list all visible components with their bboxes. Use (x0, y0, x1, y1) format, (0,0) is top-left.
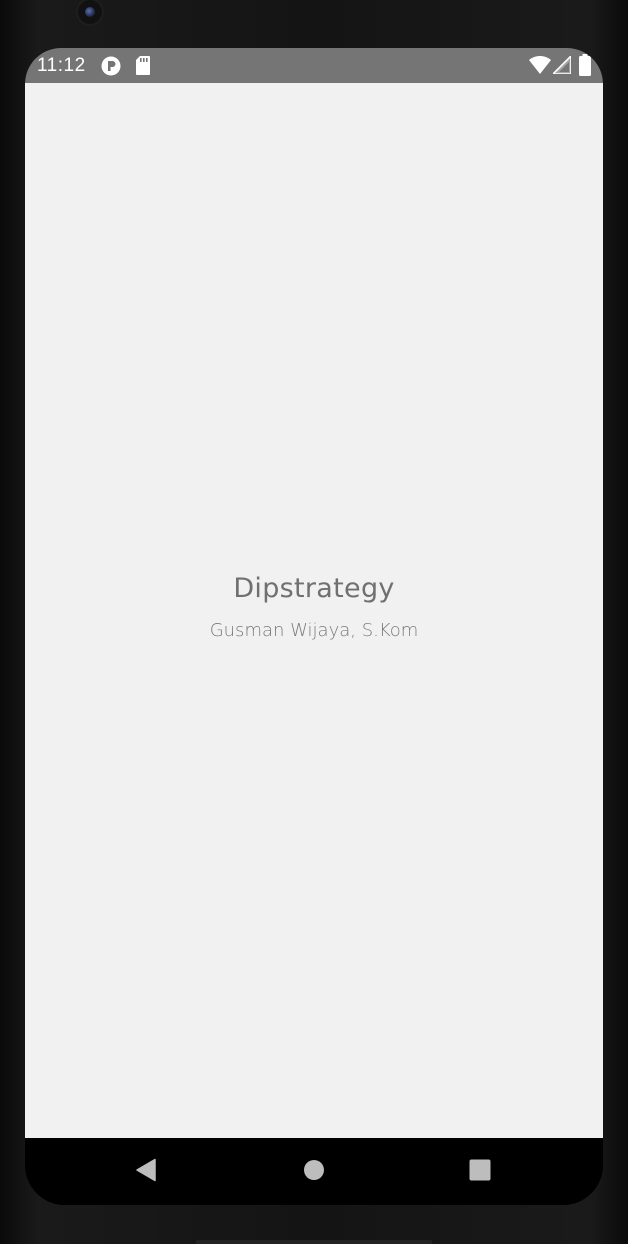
cellular-signal-icon (552, 55, 572, 78)
sd-card-icon (136, 56, 150, 79)
front-camera (78, 0, 102, 24)
home-button[interactable] (269, 1138, 359, 1205)
navigation-bar (25, 1138, 603, 1205)
recents-icon (469, 1159, 491, 1185)
splash-screen: Dipstrategy Gusman Wijaya, S.Kom (25, 83, 603, 1138)
battery-icon (579, 54, 591, 80)
app-title: Dipstrategy (233, 573, 395, 604)
back-button[interactable] (101, 1138, 191, 1205)
home-icon (303, 1159, 325, 1185)
app-notification-icon (101, 56, 121, 80)
phone-screen: 11:12 Dipstrategy Gusman Wijaya, S.Kom (25, 48, 603, 1205)
device-bottom-edge (196, 1240, 432, 1244)
recents-button[interactable] (435, 1138, 525, 1205)
author-name: Gusman Wijaya, S.Kom (209, 620, 419, 641)
status-time: 11:12 (37, 55, 86, 76)
status-bar: 11:12 (25, 48, 603, 83)
phone-frame: 11:12 Dipstrategy Gusman Wijaya, S.Kom (0, 0, 628, 1244)
back-icon (135, 1158, 157, 1186)
wifi-icon (529, 55, 551, 78)
